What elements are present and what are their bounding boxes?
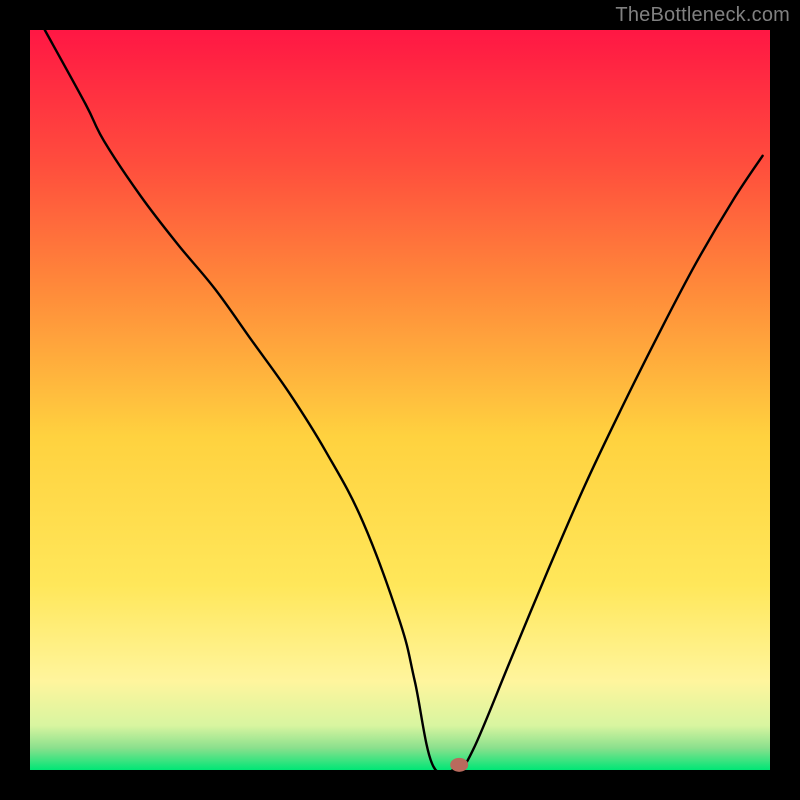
bottleneck-chart <box>0 0 800 800</box>
attribution-text: TheBottleneck.com <box>615 4 790 27</box>
minimum-marker <box>450 758 468 772</box>
plot-background <box>30 30 770 770</box>
chart-container: TheBottleneck.com <box>0 0 800 800</box>
